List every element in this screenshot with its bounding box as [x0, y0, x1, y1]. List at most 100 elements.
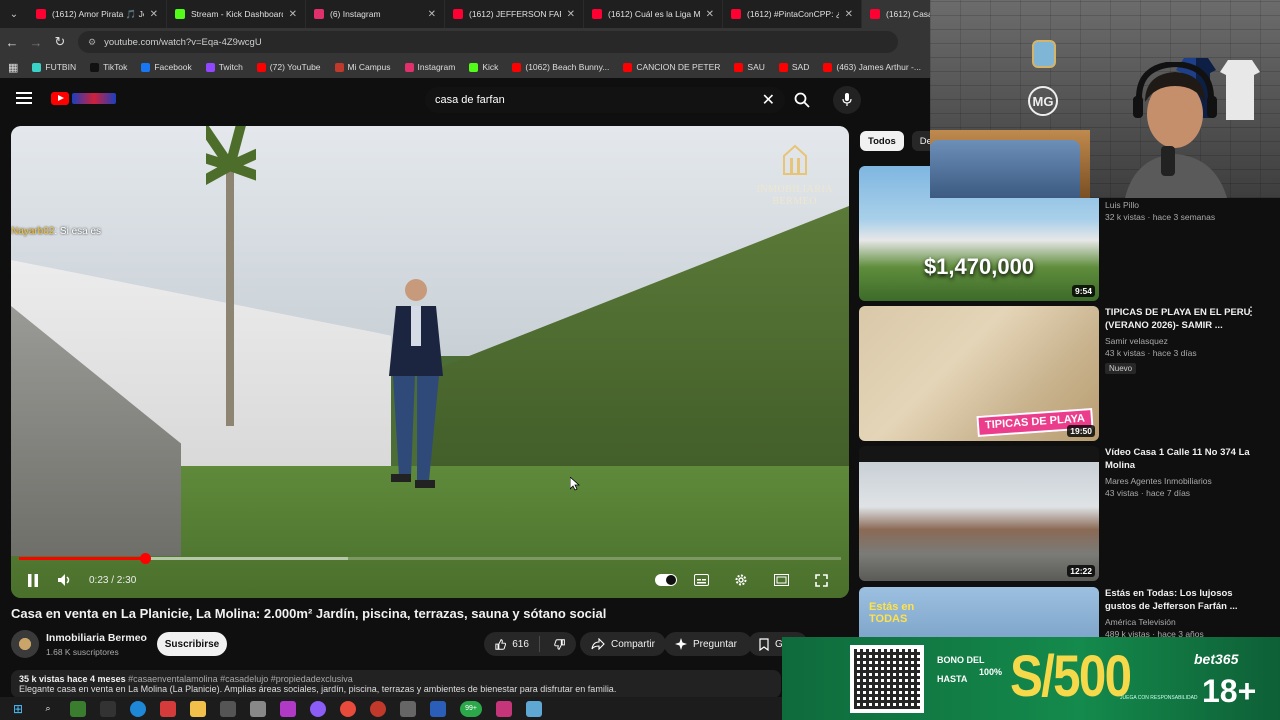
recommendation-channel[interactable]: América Televisión: [1105, 617, 1255, 627]
word-icon[interactable]: [430, 700, 446, 717]
chip-all[interactable]: Todos: [860, 131, 904, 151]
recommendation-thumbnail[interactable]: TIPICAS DE PLAYA 19:50: [859, 306, 1099, 441]
apps-icon[interactable]: ▦: [8, 61, 18, 74]
messenger-icon[interactable]: [310, 700, 326, 717]
bookmark-item[interactable]: Instagram: [404, 62, 455, 72]
time-display: 0:23 / 2:30: [89, 574, 137, 586]
close-tab-icon[interactable]: ✕: [706, 9, 714, 20]
app-icon[interactable]: [100, 700, 116, 717]
hashtags[interactable]: #casaenventalamolina #casadelujo #propie…: [128, 674, 353, 684]
menu-icon[interactable]: [16, 92, 32, 107]
clear-search-icon[interactable]: ✕: [762, 90, 775, 110]
share-button[interactable]: Compartir: [580, 632, 666, 656]
app-icon[interactable]: [250, 700, 266, 717]
browser-tab[interactable]: (1612) Cuál es la Liga Má ✕: [584, 0, 723, 28]
thumbs-up-icon[interactable]: [495, 638, 506, 651]
recommendation-title[interactable]: Vídeo Casa 1 Calle 11 No 374 La Molina: [1105, 446, 1255, 472]
app-icon[interactable]: [70, 700, 86, 717]
url-field[interactable]: ⚙ youtube.com/watch?v=Eqa-4Z9wcgU: [78, 31, 898, 53]
subscribe-button[interactable]: Suscribirse: [157, 632, 227, 656]
volume-button[interactable]: [49, 568, 81, 592]
recommendation-channel[interactable]: Mares Agentes Inmobiliarios: [1105, 476, 1255, 486]
bookmark-item[interactable]: SAU: [734, 62, 765, 72]
bookmark-item[interactable]: Facebook: [141, 62, 192, 72]
autoplay-toggle[interactable]: [655, 574, 677, 586]
recommendation-title[interactable]: Estás en Todas: Los lujosos gustos de Je…: [1105, 587, 1255, 613]
settings-button[interactable]: [725, 568, 757, 592]
recommendation-thumbnail[interactable]: Estás en TODAS: [859, 587, 1099, 637]
site-info-icon[interactable]: ⚙: [88, 37, 96, 48]
back-icon[interactable]: ←: [0, 35, 24, 50]
app-icon[interactable]: [496, 700, 512, 717]
youtube-logo-icon[interactable]: [51, 92, 69, 105]
browser-tab[interactable]: Stream - Kick Dashboard ✕: [167, 0, 306, 28]
recommendation-channel[interactable]: Luis Pillo: [1105, 200, 1255, 210]
folder-icon[interactable]: [190, 700, 206, 717]
channel-avatar[interactable]: [11, 630, 39, 658]
new-badge: Nuevo: [1105, 363, 1137, 374]
app-icon[interactable]: [526, 700, 542, 717]
reload-icon[interactable]: ↻: [48, 34, 72, 50]
bookmark-item[interactable]: Mi Campus: [334, 62, 391, 72]
calculator-icon[interactable]: [400, 700, 416, 717]
app-icon[interactable]: [370, 700, 386, 717]
bookmark-item[interactable]: TikTok: [90, 62, 127, 72]
video-player[interactable]: INMOBILIARIA BERMEO Nayarb02: Si esa es …: [11, 126, 849, 598]
ask-button[interactable]: Preguntar: [664, 632, 752, 656]
edge-icon[interactable]: [130, 700, 146, 717]
country-flag-icon: [72, 93, 116, 104]
bookmark-item[interactable]: SAD: [778, 62, 809, 72]
pause-button[interactable]: [17, 568, 49, 592]
forward-icon[interactable]: →: [24, 35, 48, 50]
subtitles-button[interactable]: [685, 568, 717, 592]
tab-search-icon[interactable]: ⌄: [0, 0, 28, 28]
bookmark-item[interactable]: (72) YouTube: [256, 62, 321, 72]
fullscreen-button[interactable]: [805, 568, 837, 592]
search-input[interactable]: [435, 94, 762, 106]
channel-name[interactable]: Inmobiliaria Bermeo: [46, 632, 147, 644]
recommendation-item[interactable]: Estás en TODAS Estás en Todas: Los lujos…: [859, 587, 1269, 637]
app-icon[interactable]: [280, 700, 296, 717]
browser-tab[interactable]: (1612) Amor Pirata 🎵 Je ✕: [28, 0, 167, 28]
recommendation-item[interactable]: TIPICAS DE PLAYA 19:50 TIPICAS DE PLAYA …: [859, 305, 1269, 442]
ad-amount: S/500: [1010, 644, 1132, 709]
bookmark-item[interactable]: (463) James Arthur -...: [823, 62, 921, 72]
app-icon[interactable]: [160, 700, 176, 717]
recommendation-channel[interactable]: Samir velasquez: [1105, 336, 1255, 346]
chrome-icon[interactable]: [340, 700, 356, 717]
bookmark-item[interactable]: Twitch: [205, 62, 243, 72]
close-tab-icon[interactable]: ✕: [150, 9, 158, 20]
recommendation-item[interactable]: 12:22 Vídeo Casa 1 Calle 11 No 374 La Mo…: [859, 446, 1269, 582]
description-box[interactable]: 35 k vistas hace 4 meses #casaenventalam…: [11, 670, 781, 698]
thumbnail-price: $1,470,000: [923, 254, 1035, 279]
browser-tab[interactable]: (6) Instagram ✕: [306, 0, 445, 28]
more-options-icon[interactable]: ⋮: [1245, 305, 1257, 317]
thumbs-down-icon[interactable]: [554, 638, 565, 651]
recommendation-title[interactable]: TIPICAS DE PLAYA EN EL PERU (VERANO 2026…: [1105, 306, 1255, 332]
bookmark-item[interactable]: (1062) Beach Bunny...: [512, 62, 609, 72]
close-tab-icon[interactable]: ✕: [845, 9, 853, 20]
theater-mode-button[interactable]: [765, 568, 797, 592]
close-tab-icon[interactable]: ✕: [567, 9, 575, 20]
close-tab-icon[interactable]: ✕: [289, 9, 297, 20]
whatsapp-icon[interactable]: 99+: [460, 700, 482, 717]
app-icon[interactable]: [220, 700, 236, 717]
tab-title: (1612) Amor Pirata 🎵 Je: [52, 8, 144, 19]
progress-bar[interactable]: [19, 553, 841, 564]
recommendation-thumbnail[interactable]: 12:22: [859, 446, 1099, 581]
windows-start-icon[interactable]: ⊞: [10, 701, 26, 717]
bookmark-item[interactable]: Kick: [469, 62, 498, 72]
progress-scrubber[interactable]: [139, 553, 151, 564]
bookmark-item[interactable]: FUTBIN: [32, 62, 76, 72]
close-tab-icon[interactable]: ✕: [428, 9, 436, 20]
ad-banner[interactable]: BONO DEL HASTA 100% S/500 JUEGA CON RESPO…: [782, 637, 1280, 720]
search-box: ✕: [425, 87, 785, 113]
browser-tab[interactable]: (1612) JEFFERSON FARFÁN ✕: [445, 0, 584, 28]
like-count[interactable]: 616: [512, 639, 529, 650]
search-button[interactable]: [789, 87, 815, 113]
voice-search-button[interactable]: [833, 86, 861, 114]
youtube-header: ✕: [0, 78, 930, 120]
bookmark-item[interactable]: CANCION DE PETER: [623, 62, 720, 72]
browser-tab[interactable]: (1612) #PintaConCPP: ¿C ✕: [723, 0, 862, 28]
search-icon[interactable]: ⌕: [40, 701, 56, 717]
